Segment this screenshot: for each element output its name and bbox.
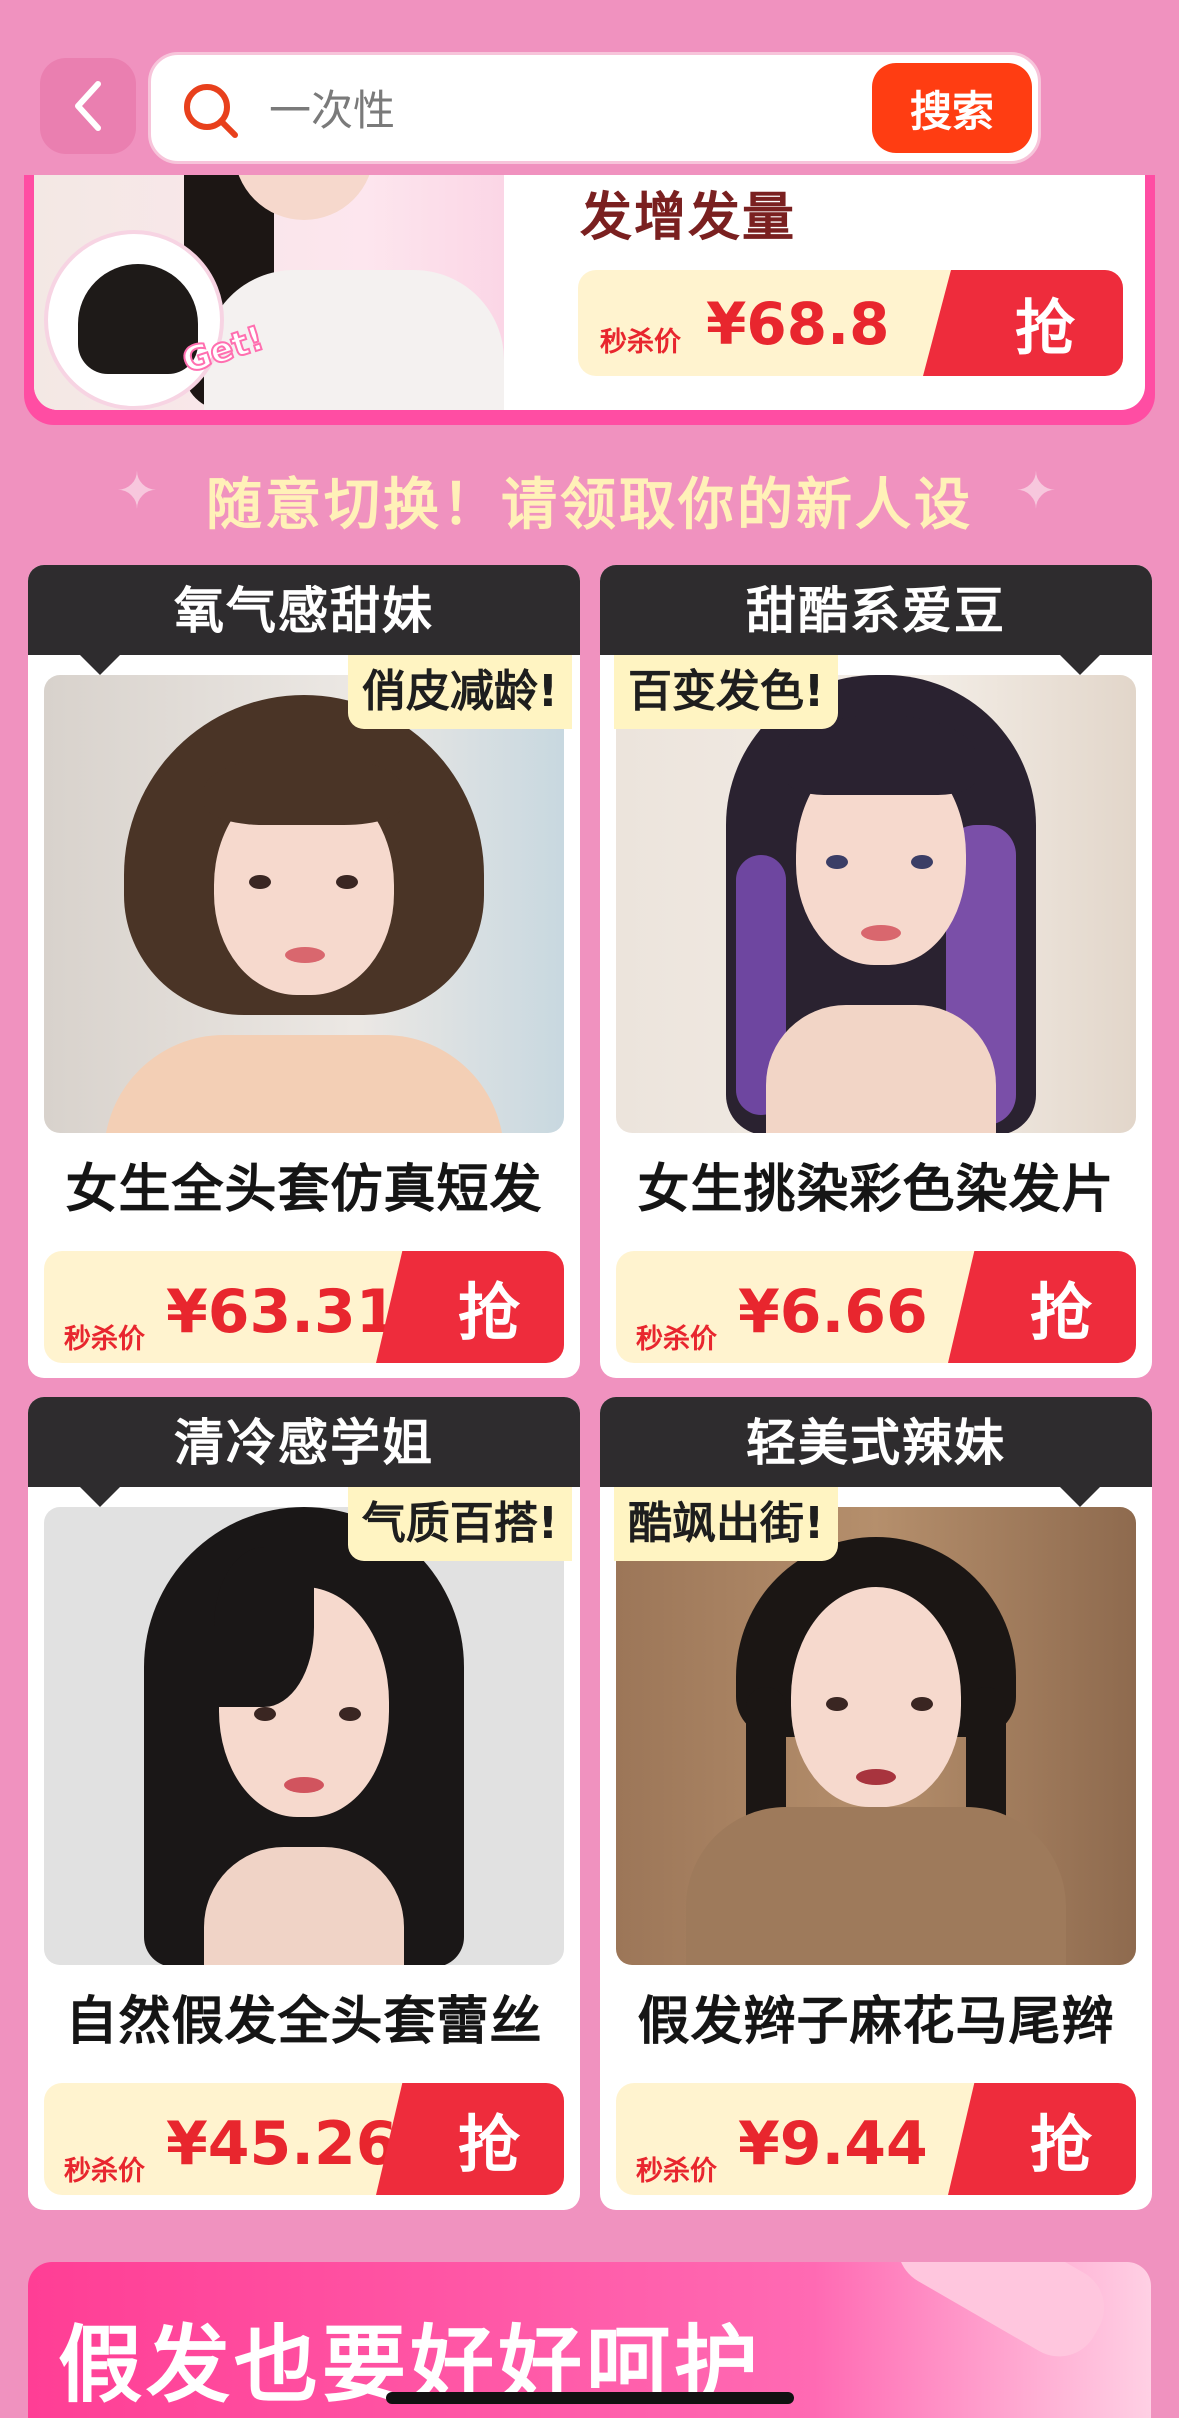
header-notch [78,1485,122,1507]
price-value: ¥45.26 [166,2109,398,2179]
sparkle-icon: ✦ [1015,462,1057,520]
wig-product-thumbnail [44,230,224,410]
price-label: 秒杀价 [64,2156,145,2187]
product-name: 自然假发全头套蕾丝 [65,1992,543,2052]
home-indicator [386,2392,794,2404]
price-bar[interactable]: 秒杀价 ¥6.66 抢 [616,1251,1136,1363]
price-value: ¥68.8 [706,290,890,358]
style-tag: 酷飒出街! [614,1487,839,1561]
price-value: ¥9.44 [738,2109,928,2179]
price-value: ¥6.66 [738,1277,928,1347]
grab-button[interactable]: 抢 [948,1251,1136,1363]
back-button[interactable] [40,58,136,154]
header-notch [1058,1485,1102,1507]
product-card[interactable]: 氧气感甜妹 俏皮减龄! 女生全头套仿真短发 秒杀价 ¥63.31 抢 [28,565,580,1378]
price-value: ¥63.31 [166,1277,398,1347]
grab-button[interactable]: 抢 [948,2083,1136,2195]
style-tag: 百变发色! [614,655,839,729]
grab-button[interactable]: 抢 [376,2083,564,2195]
product-name: 假发辫子麻花马尾辫 [637,1992,1115,2052]
search-icon [184,84,238,138]
price-label: 秒杀价 [64,1324,145,1355]
featured-product-title: 发增发量 [580,188,797,248]
product-card[interactable]: 甜酷系爱豆 百变发色! 女生挑染彩色染发片 秒杀价 ¥6.66 抢 [600,565,1152,1378]
product-photo [44,675,564,1133]
price-label: 秒杀价 [636,2156,717,2187]
style-header: 清冷感学姐 [28,1397,580,1487]
style-header: 甜酷系爱豆 [600,565,1152,655]
product-card[interactable]: 轻美式辣妹 酷飒出街! 假发辫子麻花马尾辫 秒杀价 ¥9.44 抢 [600,1397,1152,2210]
chevron-left-icon [75,81,101,131]
price-label: 秒杀价 [600,327,681,358]
product-photo [44,1507,564,1965]
product-name: 女生挑染彩色染发片 [637,1160,1115,1220]
section-slogan: 随意切换！请领取你的新人设 [206,473,973,538]
header-notch [78,653,122,675]
featured-price-bar[interactable]: 秒杀价 ¥68.8 抢 [578,270,1123,376]
grab-button[interactable]: 抢 [376,1251,564,1363]
search-button[interactable]: 搜索 [872,63,1032,153]
style-tag: 气质百搭! [347,1487,572,1561]
price-bar[interactable]: 秒杀价 ¥63.31 抢 [44,1251,564,1363]
header-notch [1058,653,1102,675]
style-tag: 俏皮减龄! [347,655,572,729]
style-header: 氧气感甜妹 [28,565,580,655]
price-bar[interactable]: 秒杀价 ¥45.26 抢 [44,2083,564,2195]
search-input[interactable]: 一次性 [269,81,395,141]
product-photo [616,675,1136,1133]
comb-icon [883,2262,1119,2371]
price-bar[interactable]: 秒杀价 ¥9.44 抢 [616,2083,1136,2195]
product-name: 女生全头套仿真短发 [65,1160,543,1220]
product-card[interactable]: 清冷感学姐 气质百搭! 自然假发全头套蕾丝 秒杀价 ¥45.26 抢 [28,1397,580,2210]
product-photo [616,1507,1136,1965]
grab-button[interactable]: 抢 [923,270,1123,376]
price-label: 秒杀价 [636,1324,717,1355]
style-header: 轻美式辣妹 [600,1397,1152,1487]
top-bar: 一次性 搜索 [0,0,1179,175]
wig-piece-image [78,264,198,374]
search-bar[interactable]: 一次性 搜索 [148,52,1041,164]
